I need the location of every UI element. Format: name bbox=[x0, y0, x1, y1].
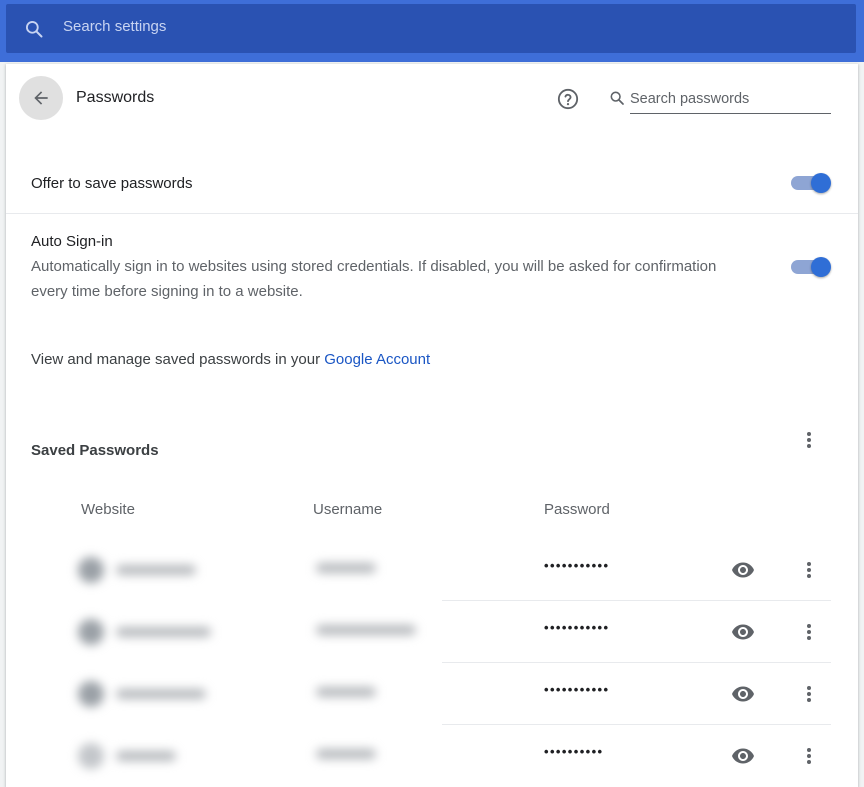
row-menu-button[interactable] bbox=[799, 560, 819, 580]
more-vert-icon bbox=[807, 624, 811, 628]
blurred-username bbox=[306, 739, 396, 769]
page-title: Passwords bbox=[76, 89, 155, 106]
password-value: ••••••••••• bbox=[544, 620, 610, 635]
manage-passwords-text: View and manage saved passwords in your … bbox=[31, 351, 430, 368]
eye-icon[interactable] bbox=[731, 558, 755, 582]
manage-passwords-prefix: View and manage saved passwords in your bbox=[31, 351, 325, 368]
more-vert-icon bbox=[807, 432, 811, 436]
table-row: ••••••••••• bbox=[6, 539, 858, 601]
column-header-website: Website bbox=[81, 501, 135, 518]
settings-search-box[interactable]: Search settings bbox=[6, 4, 856, 53]
column-header-password: Password bbox=[544, 501, 610, 518]
table-row: ••••••••••• bbox=[6, 601, 858, 663]
search-icon bbox=[26, 21, 43, 38]
help-icon[interactable] bbox=[557, 88, 579, 110]
divider bbox=[6, 213, 858, 214]
settings-header: Search settings bbox=[0, 0, 864, 62]
eye-icon[interactable] bbox=[731, 620, 755, 644]
password-value: ••••••••••• bbox=[544, 558, 610, 573]
eye-icon[interactable] bbox=[731, 744, 755, 768]
more-vert-icon bbox=[807, 748, 811, 752]
back-button[interactable] bbox=[19, 76, 63, 120]
passwords-card: Passwords Offer to save passwords Auto S… bbox=[6, 64, 858, 787]
password-value: •••••••••• bbox=[544, 744, 604, 759]
settings-search-input[interactable]: Search settings bbox=[63, 18, 166, 35]
offer-to-save-toggle[interactable] bbox=[791, 171, 831, 195]
table-row: ••••••••••• bbox=[6, 663, 858, 725]
column-header-username: Username bbox=[313, 501, 383, 518]
blurred-website bbox=[66, 671, 211, 715]
more-vert-icon bbox=[807, 562, 811, 566]
row-menu-button[interactable] bbox=[799, 746, 819, 766]
auto-signin-toggle[interactable] bbox=[791, 255, 831, 279]
arrow-back-icon bbox=[34, 91, 48, 105]
google-account-link[interactable]: Google Account bbox=[324, 351, 430, 368]
saved-passwords-menu-button[interactable] bbox=[799, 430, 819, 450]
row-menu-button[interactable] bbox=[799, 622, 819, 642]
toggle-knob bbox=[811, 257, 831, 277]
blurred-username bbox=[306, 553, 396, 583]
eye-icon[interactable] bbox=[731, 682, 755, 706]
toggle-knob bbox=[811, 173, 831, 193]
blurred-website bbox=[66, 609, 211, 653]
password-value: ••••••••••• bbox=[544, 682, 610, 697]
password-search-input[interactable] bbox=[630, 84, 831, 114]
blurred-website bbox=[66, 547, 211, 591]
search-icon bbox=[610, 91, 624, 105]
row-menu-button[interactable] bbox=[799, 684, 819, 704]
blurred-website bbox=[66, 733, 211, 777]
more-vert-icon bbox=[807, 686, 811, 690]
blurred-username bbox=[306, 615, 426, 645]
blurred-username bbox=[306, 677, 396, 707]
table-row: •••••••••• bbox=[6, 725, 858, 787]
offer-to-save-label: Offer to save passwords bbox=[31, 175, 193, 192]
auto-signin-description: Automatically sign in to websites using … bbox=[31, 258, 717, 300]
saved-passwords-title: Saved Passwords bbox=[31, 442, 159, 459]
auto-signin-label: Auto Sign-in bbox=[31, 233, 113, 250]
